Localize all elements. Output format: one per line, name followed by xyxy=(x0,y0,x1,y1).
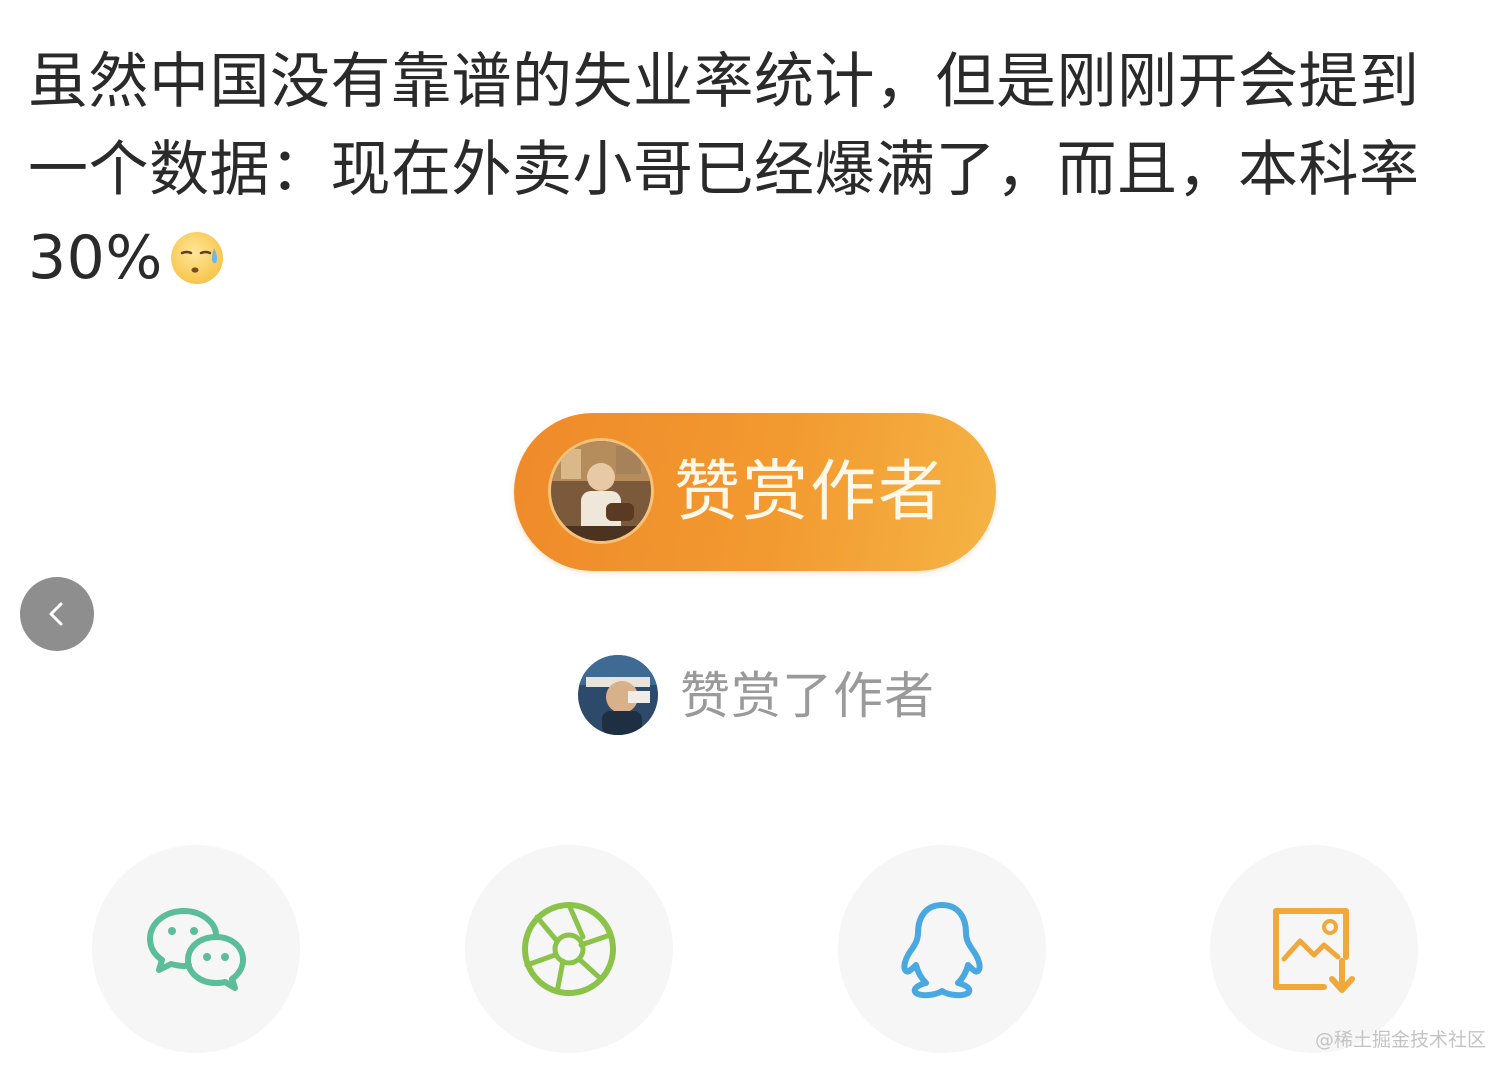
share-moments-button[interactable] xyxy=(465,845,673,1053)
post-body: 虽然中国没有靠谱的失业率统计，但是刚刚开会提到一个数据：现在外卖小哥已经爆满了，… xyxy=(28,47,1420,293)
post-text: 虽然中国没有靠谱的失业率统计，但是刚刚开会提到一个数据：现在外卖小哥已经爆满了，… xyxy=(28,38,1468,302)
tip-button-label: 赞赏作者 xyxy=(674,453,946,530)
tipper-row: 赞赏了作者 xyxy=(578,655,958,735)
tipper-avatar[interactable] xyxy=(578,655,658,735)
back-button[interactable] xyxy=(20,577,94,651)
share-qq-button[interactable] xyxy=(838,845,1046,1053)
share-wechat-button[interactable] xyxy=(92,845,300,1053)
author-avatar xyxy=(548,438,654,544)
moments-icon xyxy=(522,902,616,996)
sweat-face-emoji xyxy=(170,232,223,284)
chevron-left-icon xyxy=(49,602,63,626)
save-image-icon xyxy=(1273,908,1355,993)
tipped-author-label: 赞赏了作者 xyxy=(680,667,935,725)
qq-icon xyxy=(901,902,983,999)
save-image-button[interactable] xyxy=(1210,845,1418,1053)
wechat-icon xyxy=(147,908,246,991)
watermark: @稀土掘金技术社区 xyxy=(1314,1029,1486,1051)
tip-author-button[interactable]: 赞赏作者 xyxy=(514,413,996,571)
